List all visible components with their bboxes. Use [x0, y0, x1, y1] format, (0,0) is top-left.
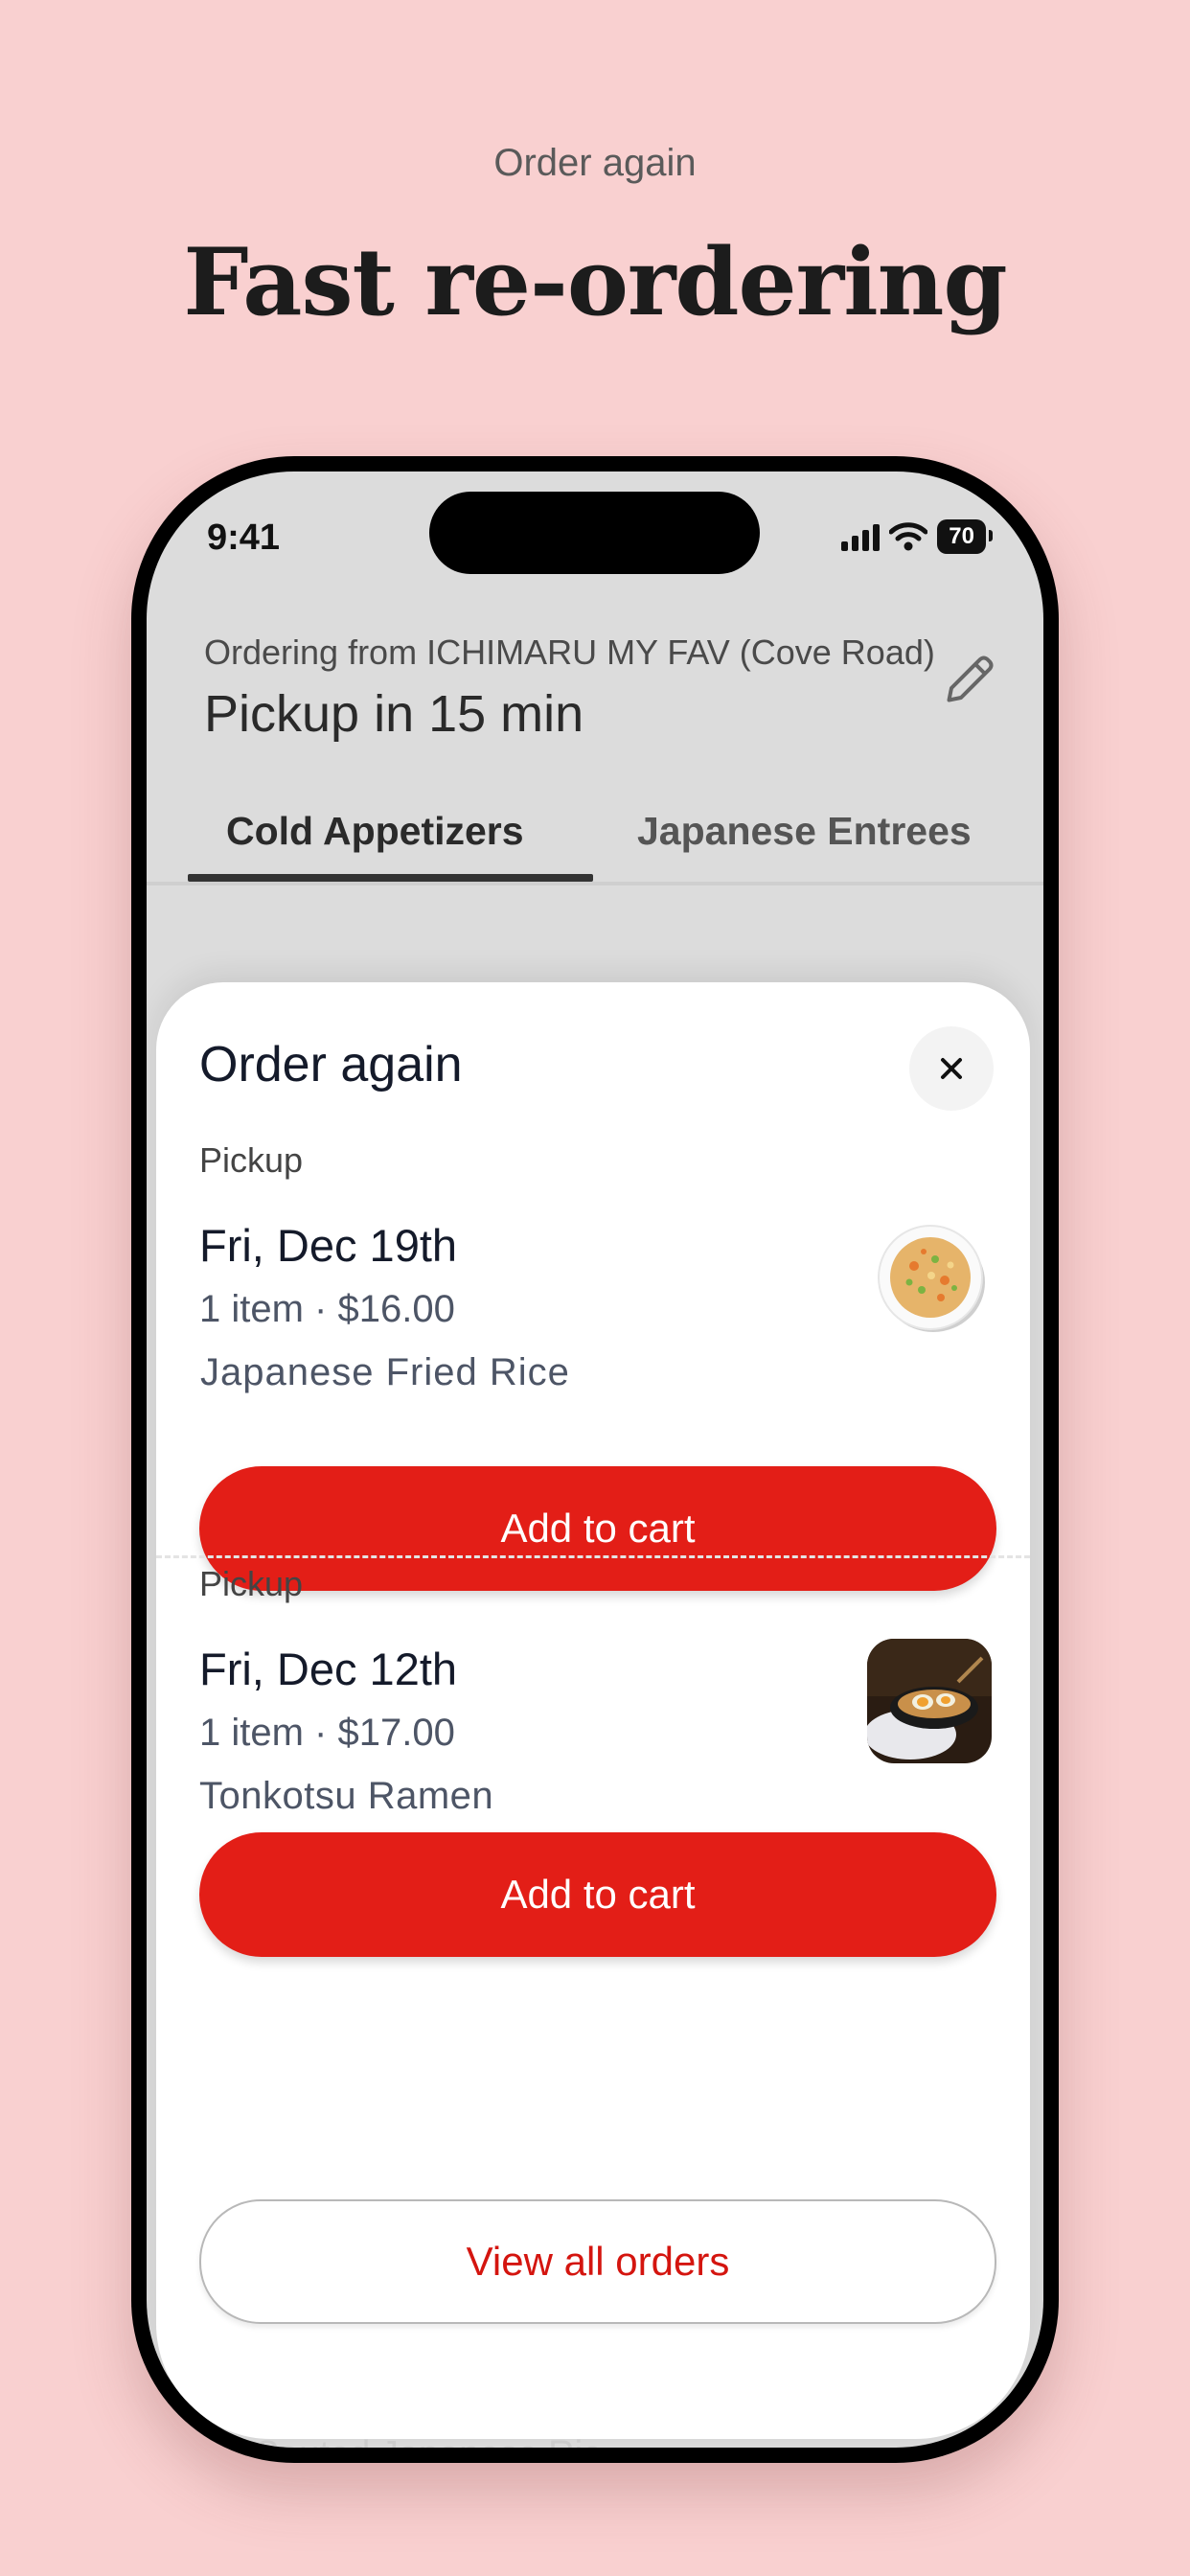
pencil-icon: [947, 656, 994, 702]
order-item-name: Tonkotsu Ramen: [199, 1775, 494, 1817]
pickup-time: Pickup in 15 min: [204, 685, 584, 743]
dynamic-island: [429, 492, 760, 574]
status-icons: 70: [841, 519, 993, 554]
promo-headline: Fast re-ordering: [183, 228, 1007, 336]
signal-icon: [841, 522, 881, 551]
order-mode: Pickup: [199, 1564, 304, 1603]
order-summary: 1 item · $16.00: [199, 1288, 455, 1330]
phone-frame: 9:41 70 Ordering from ICHIMARU MY FAV (C…: [131, 456, 1059, 2463]
tabs-divider: [147, 882, 1043, 886]
ordering-from-label: Ordering from ICHIMARU MY FAV (Cove Road…: [204, 632, 935, 672]
view-all-orders-button[interactable]: View all orders: [199, 2199, 996, 2324]
order-divider: [156, 1555, 1030, 1558]
phone-screen: 9:41 70 Ordering from ICHIMARU MY FAV (C…: [147, 472, 1043, 2448]
ramen-image: [867, 1639, 992, 1763]
status-time: 9:41: [207, 518, 281, 558]
add-to-cart-button[interactable]: Add to cart: [199, 1832, 996, 1957]
tab-japanese-entrees[interactable]: Japanese Entrees: [637, 809, 972, 854]
add-to-cart-button[interactable]: Add to cart: [199, 1466, 996, 1591]
battery-icon: 70: [937, 519, 993, 554]
promo-eyebrow: Order again: [493, 142, 697, 184]
sheet-title: Order again: [199, 1037, 463, 1092]
order-mode: Pickup: [199, 1140, 304, 1180]
wifi-icon: [889, 522, 928, 551]
order-date: Fri, Dec 19th: [199, 1220, 458, 1271]
fried-rice-image: [878, 1225, 985, 1332]
order-date: Fri, Dec 12th: [199, 1644, 458, 1694]
order-summary: 1 item · $17.00: [199, 1712, 455, 1754]
order-item-name: Japanese Fried Rice: [200, 1351, 570, 1393]
tab-cold-appetizers[interactable]: Cold Appetizers: [226, 809, 524, 854]
edit-order-button[interactable]: [936, 644, 1005, 713]
order-again-sheet: Order again Pickup Fri, Dec 19th 1 item …: [156, 982, 1030, 2439]
active-tab-indicator: [188, 874, 593, 882]
category-tabs: Cold Appetizers Japanese Entrees: [147, 788, 1043, 886]
close-button[interactable]: [909, 1026, 994, 1111]
close-icon: [941, 1058, 962, 1079]
